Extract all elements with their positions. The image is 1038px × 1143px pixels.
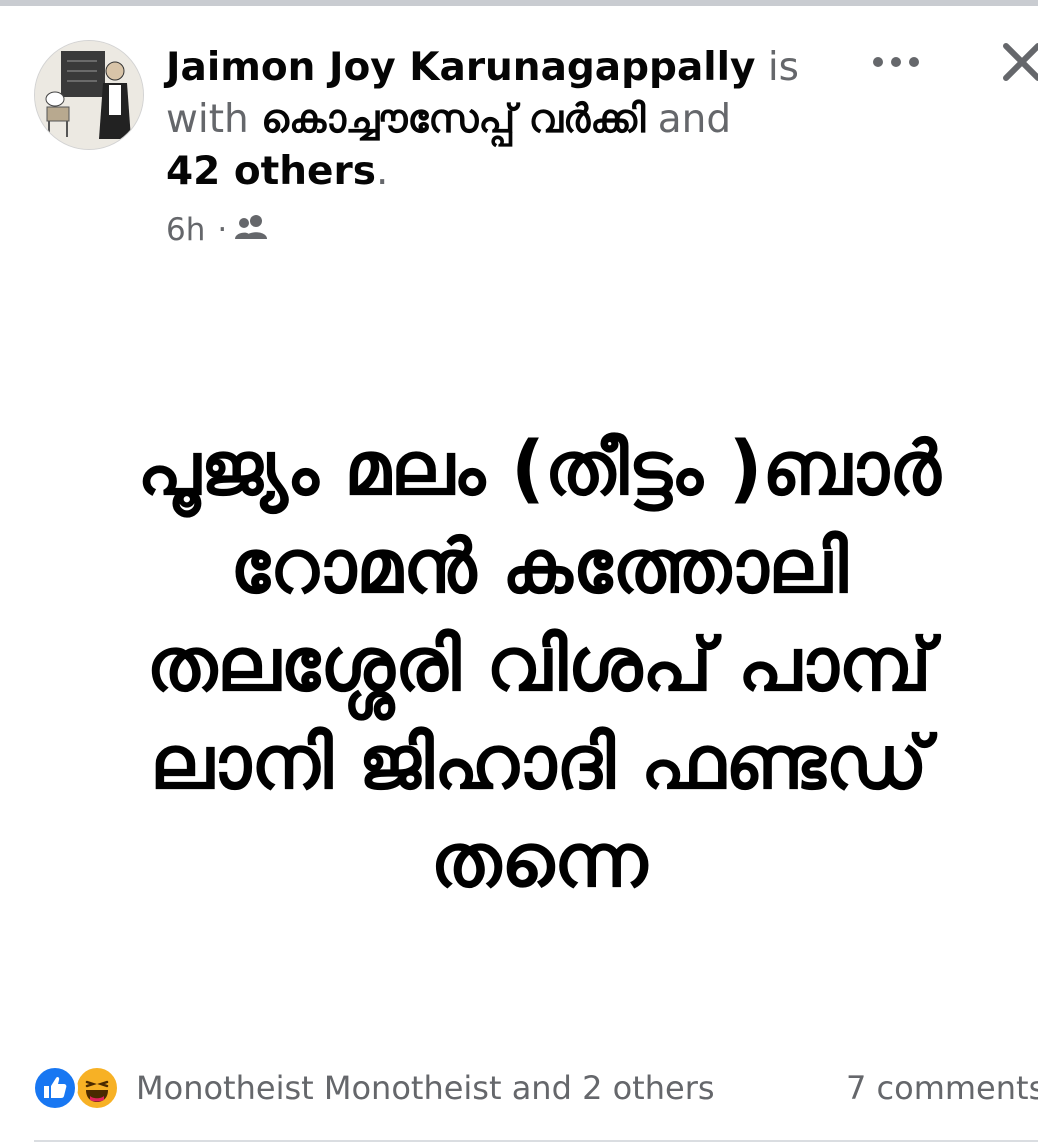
author-name[interactable]: Jaimon Joy Karunagappally: [166, 45, 755, 90]
post-text-line: ലാനി ജിഹാദി ഫണ്ടഡ്: [150, 720, 928, 806]
author-avatar[interactable]: [34, 40, 144, 150]
meta-separator: ·: [217, 212, 228, 248]
post-time[interactable]: 6h: [166, 212, 205, 248]
post-header: Jaimon Joy Karunagappally is with കൊച്ചൗ…: [166, 42, 806, 198]
top-divider: [0, 0, 1038, 6]
like-icon: [32, 1065, 78, 1111]
reaction-icons: [32, 1065, 124, 1111]
facebook-post: Jaimon Joy Karunagappally is with കൊച്ചൗ…: [0, 0, 1038, 1143]
reactions-text[interactable]: Monotheist Monotheist and 2 others: [136, 1069, 715, 1107]
post-text-line: തന്നെ: [430, 818, 648, 904]
more-options-button[interactable]: [866, 42, 926, 82]
comments-count[interactable]: 7 comments: [846, 1064, 1038, 1112]
post-text: പൂജ്യം മലം (തീട്ടം )ബാർ റോമൻ കത്തോലി തലശ…: [40, 420, 1038, 910]
friends-icon[interactable]: [235, 212, 269, 248]
post-meta: 6h ·: [166, 208, 269, 252]
others-link[interactable]: 42 others: [166, 149, 376, 194]
footer-divider: [34, 1140, 1038, 1142]
post-text-line: തലശ്ശേരി വിശപ് പാമ്പ്: [146, 622, 932, 708]
close-button[interactable]: [996, 38, 1038, 88]
haha-icon: [74, 1065, 120, 1111]
reactions-summary[interactable]: Monotheist Monotheist and 2 others: [32, 1064, 715, 1112]
more-icon: [873, 57, 919, 67]
period: .: [375, 149, 389, 194]
post-text-line: പൂജ്യം മലം (തീട്ടം )ബാർ: [137, 426, 941, 512]
post-text-line: റോമൻ കത്തോലി: [230, 524, 848, 610]
and-word: and: [645, 97, 732, 142]
tagged-person[interactable]: കൊച്ചൗസേപ്പ് വർക്കി: [261, 97, 645, 142]
with-word: with: [166, 97, 262, 142]
close-icon: [1003, 43, 1038, 81]
is-word: is: [755, 45, 799, 90]
